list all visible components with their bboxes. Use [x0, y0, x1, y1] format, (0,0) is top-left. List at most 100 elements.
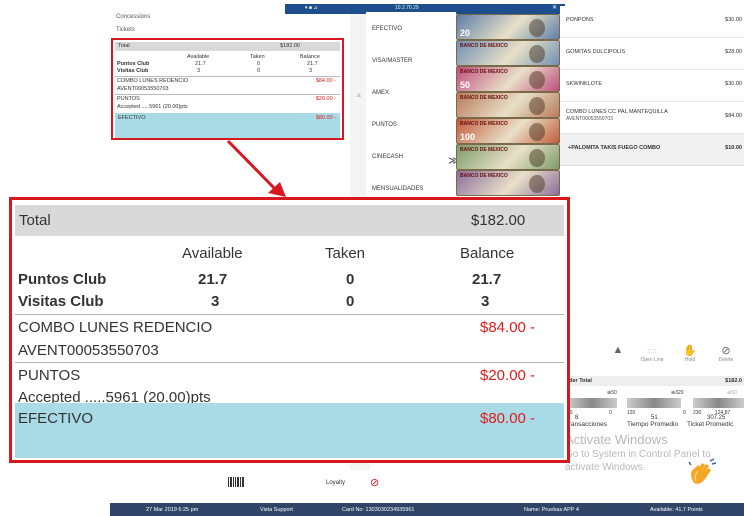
status-available-points: Available: 41.7 Points: [650, 506, 703, 513]
small-puntos-available: 21.7: [195, 61, 206, 67]
column-available: Available: [182, 245, 243, 262]
titlebar-controls[interactable]: ▾ ■ ⊿: [305, 5, 318, 11]
order-item[interactable]: SKWINKLOTE $30.00: [560, 70, 744, 102]
small-col-balance: Balance: [300, 54, 320, 60]
portrait-icon: [529, 149, 545, 167]
small-total-value: $182.00: [280, 43, 300, 49]
gauge-label-tiempo: Tiempo Promedio: [627, 421, 679, 428]
gauge-label-ticket: Ticket Promedic: [687, 421, 734, 428]
triangle-up-icon: ▲: [612, 344, 624, 356]
order-item[interactable]: COMBO LUNES CC PAL MANTEQUILLA AVENT0005…: [560, 102, 744, 134]
nav-concessions[interactable]: Concessions: [116, 14, 150, 20]
item-price: $84.00: [725, 113, 742, 119]
banknote[interactable]: BANCO DE MEXICO 100: [456, 118, 560, 144]
hand-icon: ✋: [683, 345, 697, 357]
banknote[interactable]: BANCO DE MEXICO: [456, 144, 560, 170]
total-value: $182.00: [471, 212, 526, 229]
banknote-value: 100: [460, 132, 476, 142]
banknote[interactable]: BANCO DE MEXICO: [456, 170, 560, 196]
portrait-icon: [529, 45, 545, 63]
column-taken: Taken: [325, 245, 366, 262]
banknote[interactable]: BANCO DE MEXICO 50: [456, 66, 560, 92]
small-sep-1: [115, 76, 340, 77]
banknote-bank: BANCO DE MEXICO: [460, 121, 508, 127]
item-price: $28.00: [725, 49, 742, 55]
pay-efectivo[interactable]: EFECTIVO: [366, 12, 456, 47]
small-visitas-label: Visitas Club: [117, 68, 149, 74]
pay-puntos[interactable]: PUNTOS: [366, 108, 456, 143]
pay-visa-master[interactable]: VISA/MASTER: [366, 44, 456, 79]
efectivo-row[interactable]: EFECTIVO $80.00 -: [15, 403, 564, 458]
combo-code: AVENT00053550703: [18, 342, 159, 359]
barcode-icon[interactable]: [228, 477, 244, 487]
banknote-bank: BANCO DE MEXICO: [460, 95, 508, 101]
delete-button[interactable]: ⊘ Delete: [711, 344, 741, 363]
no-entry-icon[interactable]: ⊘: [370, 476, 379, 489]
gauge-1-target: ⊕50: [607, 390, 617, 396]
small-efectivo-amount: $80.00 -: [315, 115, 336, 121]
item-price: $10.00: [725, 145, 742, 151]
separator: [15, 314, 564, 315]
small-total-label: Total: [118, 43, 130, 49]
item-name: SKWINKLOTE: [566, 81, 603, 87]
banknote-bank: BANCO DE MEXICO: [460, 173, 508, 179]
order-item[interactable]: PONPONS $30.00: [560, 6, 744, 38]
close-icon[interactable]: ✕: [552, 4, 557, 11]
zoomed-summary-panel: Total $182.00 Available Taken Balance Pu…: [9, 197, 570, 463]
scroll-up-icon[interactable]: ▲: [355, 90, 363, 99]
item-code: AVENT00053550703: [566, 116, 613, 122]
small-visitas-taken: 0: [257, 68, 261, 74]
item-name: PONPONS: [566, 17, 594, 23]
banknotes-panel: 20 BANCO DE MEXICO BANCO DE MEXICO 50 BAN…: [456, 14, 560, 206]
status-support[interactable]: Vista Support: [260, 507, 293, 513]
open-line-label: Open Line: [640, 357, 664, 363]
small-visitas-available: 3: [197, 68, 201, 74]
efectivo-amount: $80.00 -: [480, 410, 536, 427]
move-up-button[interactable]: ▲: [603, 344, 633, 356]
total-row: Total $182.00: [15, 205, 564, 236]
open-line-button[interactable]: ▭ Open Line: [637, 344, 667, 363]
visitas-club-label: Visitas Club: [18, 293, 104, 310]
performance-gauges: ⊕50 ⊕320 ⊕50 50 0 120 0 230 124.87 8 51 …: [565, 388, 744, 436]
puntos-club-balance: 21.7: [472, 271, 502, 288]
small-efectivo-row: EFECTIVO $80.00 -: [115, 113, 340, 138]
small-puntos-label: Puntos Club: [117, 61, 150, 67]
status-name: Name: Pruebas APP 4: [524, 506, 579, 513]
banknote-bank: BANCO DE MEXICO: [460, 69, 508, 75]
bottom-toolbar: Loyalty ⊘: [200, 470, 380, 498]
open-line-icon: ▭: [646, 345, 658, 357]
order-total-value: $182.0: [725, 378, 742, 384]
puntos-club-available: 21.7: [198, 271, 228, 288]
item-name: +PALOMITA TAKIS FUEGO COMBO: [568, 145, 661, 151]
banknote[interactable]: BANCO DE MEXICO: [456, 40, 560, 66]
loyalty-button[interactable]: Loyalty: [326, 480, 345, 486]
pay-cinecash[interactable]: CINECASH: [366, 140, 456, 175]
puntos-payment-amount: $20.00 -: [480, 367, 536, 384]
visitas-club-available: 3: [211, 293, 220, 310]
hold-button[interactable]: ✋ Hold: [675, 344, 705, 363]
pay-amex[interactable]: AMEX: [366, 76, 456, 111]
banknote-value: 20: [460, 28, 471, 38]
small-puntos-pay-detail: Accepted .....5961 (20.00)pts: [117, 104, 188, 110]
no-entry-icon: ⊘: [721, 345, 731, 357]
status-datetime: 27 Mar 2019 6:25 pm: [146, 506, 199, 513]
visitas-club-balance: 3: [481, 293, 490, 310]
column-balance: Balance: [460, 245, 515, 262]
banknote[interactable]: BANCO DE MEXICO: [456, 92, 560, 118]
gauge-transacciones: [567, 398, 617, 408]
banknote-value: 50: [460, 80, 471, 90]
item-name: GOMITAS DULCIPOLIS: [566, 49, 626, 55]
small-puntos-taken: 0: [257, 61, 261, 67]
gauge-tick: 230: [693, 410, 702, 416]
banknote[interactable]: 20: [456, 14, 560, 40]
total-label: Total: [19, 212, 51, 229]
efectivo-title: EFECTIVO: [18, 410, 94, 427]
order-item-selected[interactable]: +PALOMITA TAKIS FUEGO COMBO $10.00: [560, 134, 744, 166]
order-item[interactable]: GOMITAS DULCIPOLIS $28.00: [560, 38, 744, 70]
small-puntos-balance: 21.7: [307, 61, 318, 67]
small-puntos-pay-title: PUNTOS: [117, 96, 140, 102]
gauge-tick: 0: [683, 410, 686, 416]
small-col-taken: Taken: [250, 54, 265, 60]
activation-title: Activate Windows: [565, 432, 668, 447]
nav-tickets[interactable]: Tickets: [116, 27, 135, 33]
